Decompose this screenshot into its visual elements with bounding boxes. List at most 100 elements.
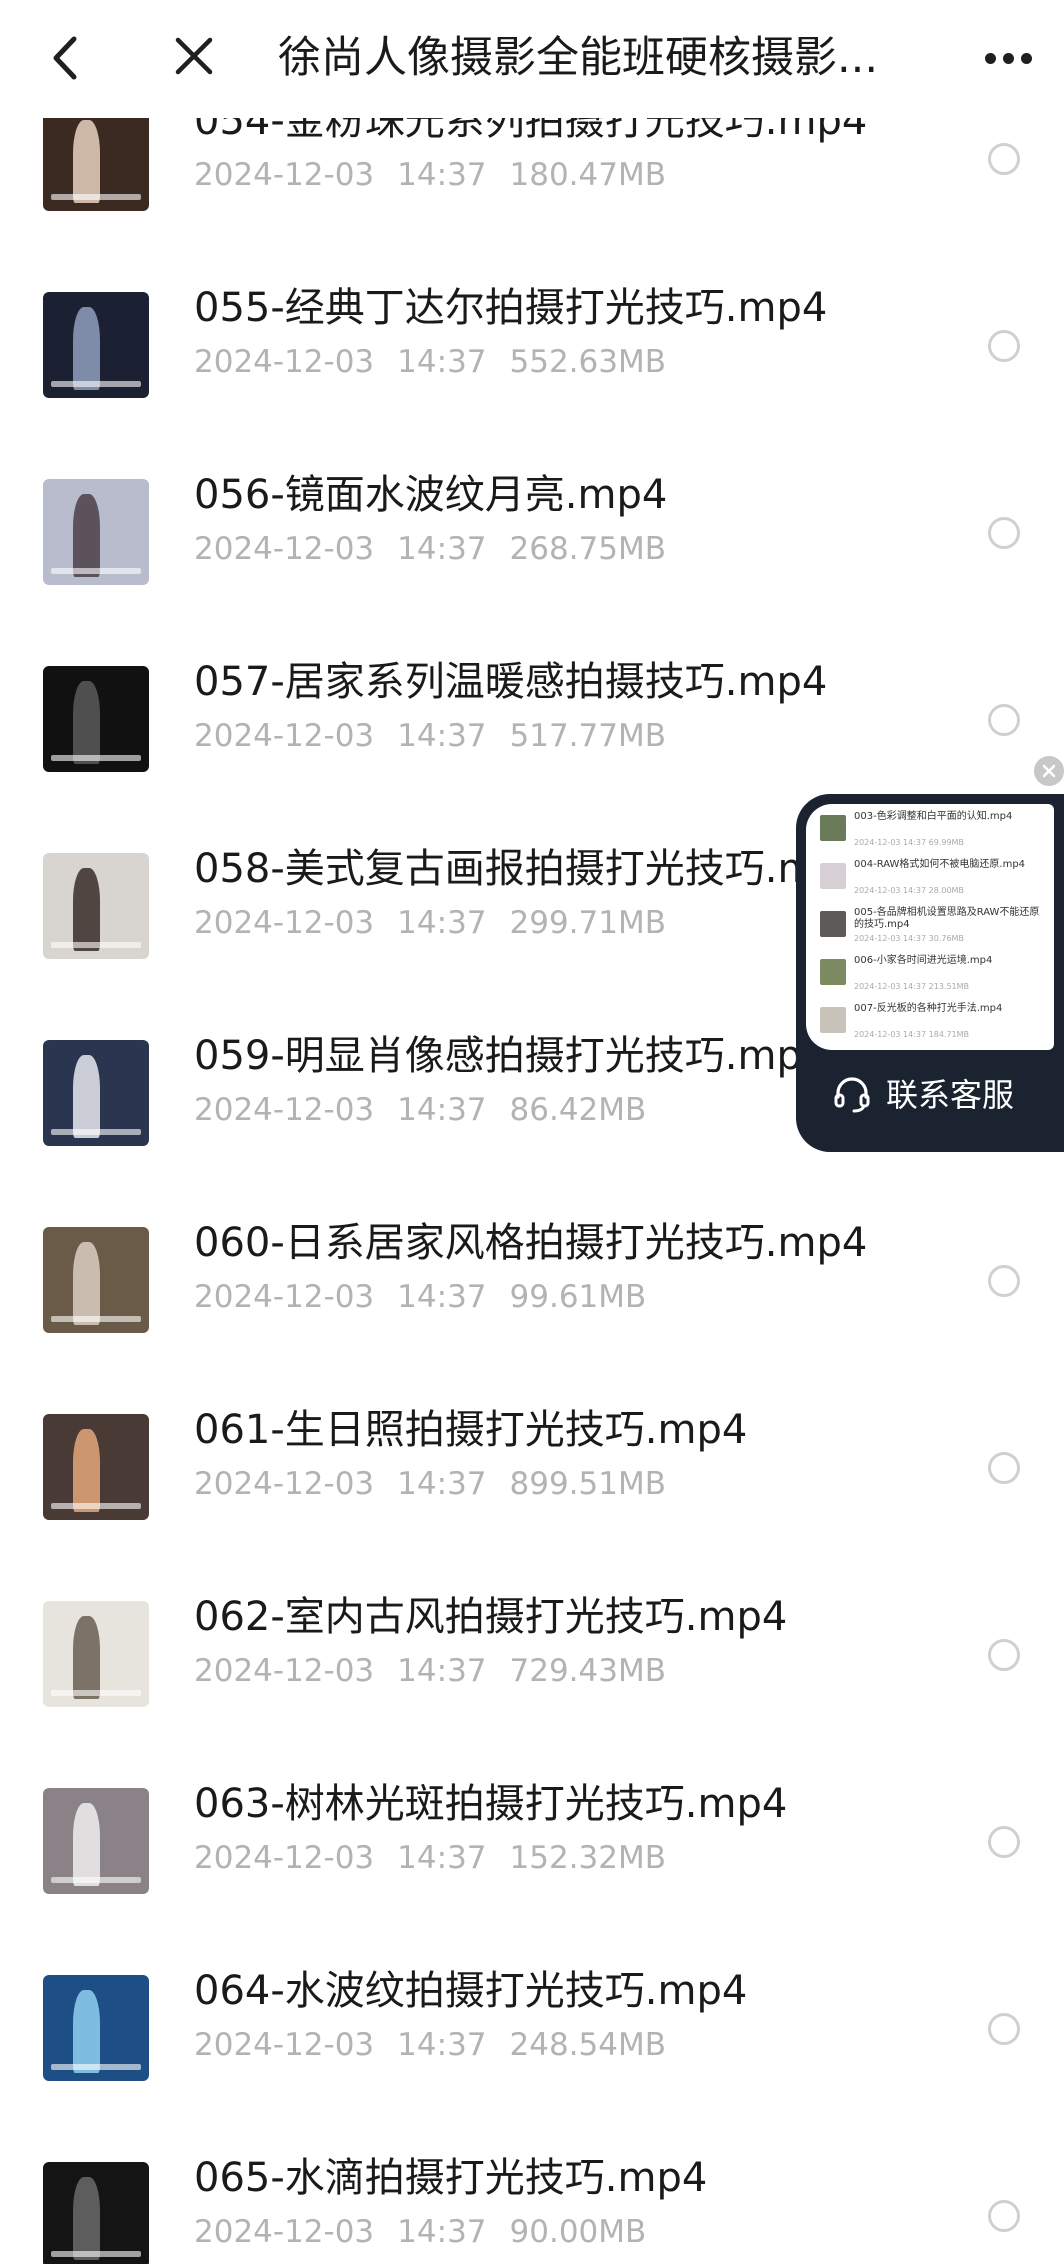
preview-file-name: 007-反光板的各种打光手法.mp4 (854, 1003, 1003, 1014)
file-date: 2024-12-03 (194, 344, 375, 380)
close-button[interactable] (166, 28, 222, 84)
file-date: 2024-12-03 (194, 2214, 375, 2250)
file-date: 2024-12-03 (194, 2027, 375, 2063)
back-button[interactable] (40, 30, 90, 86)
file-row[interactable]: 065-水滴拍摄打光技巧.mp4 2024-12-03 14:37 90.00MB (0, 2155, 1064, 2264)
page-title: 徐尚人像摄影全能班硬核摄影... (278, 33, 879, 83)
customer-service-button[interactable]: 联系客服 (832, 1070, 1014, 1120)
file-time: 14:37 (397, 1840, 487, 1876)
video-thumbnail[interactable] (43, 1788, 149, 1894)
file-date: 2024-12-03 (194, 1092, 375, 1128)
file-row[interactable]: 061-生日照拍摄打光技巧.mp4 2024-12-03 14:37 899.51MB (0, 1407, 1064, 1601)
widget-preview-panel[interactable]: 003-色彩调整和白平面的认知.mp4 2024-12-03 14:37 69.9… (806, 804, 1054, 1050)
file-size: 152.32MB (509, 1840, 666, 1876)
preview-file-meta: 2024-12-03 14:37 213.51MB (854, 982, 970, 991)
file-time: 14:37 (397, 157, 487, 193)
top-navigation-bar: 徐尚人像摄影全能班硬核摄影... (0, 0, 1064, 118)
file-row[interactable]: 062-室内古风拍摄打光技巧.mp4 2024-12-03 14:37 729.43M… (0, 1594, 1064, 1788)
preview-thumbnail (820, 863, 846, 889)
file-name[interactable]: 065-水滴拍摄打光技巧.mp4 (194, 2152, 707, 2204)
file-name[interactable]: 064-水波纹拍摄打光技巧.mp4 (194, 1965, 747, 2017)
select-radio[interactable] (988, 1265, 1020, 1297)
file-date: 2024-12-03 (194, 1840, 375, 1876)
more-options-button[interactable] (978, 30, 1038, 86)
file-name[interactable]: 061-生日照拍摄打光技巧.mp4 (194, 1404, 747, 1456)
file-time: 14:37 (397, 344, 487, 380)
file-time: 14:37 (397, 2214, 487, 2250)
video-thumbnail[interactable] (43, 1227, 149, 1333)
select-radio[interactable] (988, 143, 1020, 175)
close-icon (1042, 764, 1056, 778)
file-row[interactable]: 063-树林光斑拍摄打光技巧.mp4 2024-12-03 14:37 152.32M… (0, 1781, 1064, 1975)
file-row[interactable]: 056-镜面水波纹月亮.mp4 2024-12-03 14:37 268.75MB (0, 472, 1064, 666)
select-radio[interactable] (988, 517, 1020, 549)
file-meta: 2024-12-03 14:37 299.71MB (194, 903, 689, 943)
file-name[interactable]: 060-日系居家风格拍摄打光技巧.mp4 (194, 1217, 867, 1269)
video-thumbnail[interactable] (43, 1975, 149, 2081)
file-time: 14:37 (397, 1466, 487, 1502)
select-radio[interactable] (988, 1452, 1020, 1484)
preview-thumbnail (820, 1007, 846, 1033)
file-name[interactable]: 058-美式复古画报拍摄打光技巧.mp4 (194, 843, 867, 895)
file-name[interactable]: 057-居家系列温暖感拍摄技巧.mp4 (194, 656, 827, 708)
file-meta: 2024-12-03 14:37 99.61MB (194, 1277, 669, 1317)
select-radio[interactable] (988, 2013, 1020, 2045)
select-radio[interactable] (988, 330, 1020, 362)
floating-customer-service-widget[interactable]: 003-色彩调整和白平面的认知.mp4 2024-12-03 14:37 69.9… (796, 794, 1064, 1152)
video-thumbnail[interactable] (43, 479, 149, 585)
file-time: 14:37 (397, 718, 487, 754)
select-radio[interactable] (988, 2200, 1020, 2232)
file-time: 14:37 (397, 1279, 487, 1315)
chevron-left-icon (53, 36, 77, 80)
file-meta: 2024-12-03 14:37 729.43MB (194, 1651, 689, 1691)
file-meta: 2024-12-03 14:37 90.00MB (194, 2212, 669, 2252)
file-meta: 2024-12-03 14:37 268.75MB (194, 529, 689, 569)
preview-thumbnail (820, 911, 846, 937)
file-size: 299.71MB (509, 905, 666, 941)
file-time: 14:37 (397, 2027, 487, 2063)
file-time: 14:37 (397, 1653, 487, 1689)
preview-file-meta: 2024-12-03 14:37 69.99MB (854, 838, 964, 847)
preview-thumbnail (820, 815, 846, 841)
video-thumbnail[interactable] (43, 853, 149, 959)
video-thumbnail[interactable] (43, 1414, 149, 1520)
file-row[interactable]: 054-金粉珠光系列拍摄打光技巧.mp4 2024-12-03 14:37 180.4… (0, 98, 1064, 292)
file-date: 2024-12-03 (194, 531, 375, 567)
video-thumbnail[interactable] (43, 1040, 149, 1146)
select-radio[interactable] (988, 1826, 1020, 1858)
file-row[interactable]: 060-日系居家风格拍摄打光技巧.mp4 2024-12-03 14:37 99.61… (0, 1220, 1064, 1414)
file-date: 2024-12-03 (194, 1653, 375, 1689)
file-size: 90.00MB (509, 2214, 647, 2250)
file-time: 14:37 (397, 1092, 487, 1128)
preview-file-meta: 2024-12-03 14:37 28.00MB (854, 886, 964, 895)
file-size: 729.43MB (509, 1653, 666, 1689)
file-name[interactable]: 055-经典丁达尔拍摄打光技巧.mp4 (194, 282, 827, 334)
file-size: 517.77MB (509, 718, 666, 754)
file-meta: 2024-12-03 14:37 552.63MB (194, 342, 689, 382)
file-row[interactable]: 055-经典丁达尔拍摄打光技巧.mp4 2024-12-03 14:37 552.63… (0, 285, 1064, 479)
select-radio[interactable] (988, 704, 1020, 736)
preview-list-item: 007-反光板的各种打光手法.mp4 2024-12-03 14:37 184.7… (806, 1002, 1054, 1050)
select-radio[interactable] (988, 1639, 1020, 1671)
preview-file-name: 006-小家各时间进光运境.mp4 (854, 955, 993, 966)
file-name[interactable]: 062-室内古风拍摄打光技巧.mp4 (194, 1591, 787, 1643)
float-close-button[interactable] (1032, 754, 1064, 788)
preview-thumbnail (820, 959, 846, 985)
video-thumbnail[interactable] (43, 105, 149, 211)
file-name[interactable]: 063-树林光斑拍摄打光技巧.mp4 (194, 1778, 787, 1830)
preview-file-name: 004-RAW格式如何不被电脑还原.mp4 (854, 859, 1026, 870)
file-date: 2024-12-03 (194, 905, 375, 941)
file-name[interactable]: 056-镜面水波纹月亮.mp4 (194, 469, 667, 521)
file-meta: 2024-12-03 14:37 180.47MB (194, 155, 689, 195)
video-thumbnail[interactable] (43, 2162, 149, 2264)
file-size: 552.63MB (509, 344, 666, 380)
video-thumbnail[interactable] (43, 292, 149, 398)
file-name[interactable]: 059-明显肖像感拍摄打光技巧.mp4 (194, 1030, 827, 1082)
file-row[interactable]: 064-水波纹拍摄打光技巧.mp4 2024-12-03 14:37 248.54MB (0, 1968, 1064, 2162)
file-size: 268.75MB (509, 531, 666, 567)
preview-list-item: 003-色彩调整和白平面的认知.mp4 2024-12-03 14:37 69.9… (806, 810, 1054, 858)
file-size: 99.61MB (509, 1279, 647, 1315)
video-thumbnail[interactable] (43, 666, 149, 772)
preview-file-name: 003-色彩调整和白平面的认知.mp4 (854, 811, 1013, 822)
video-thumbnail[interactable] (43, 1601, 149, 1707)
